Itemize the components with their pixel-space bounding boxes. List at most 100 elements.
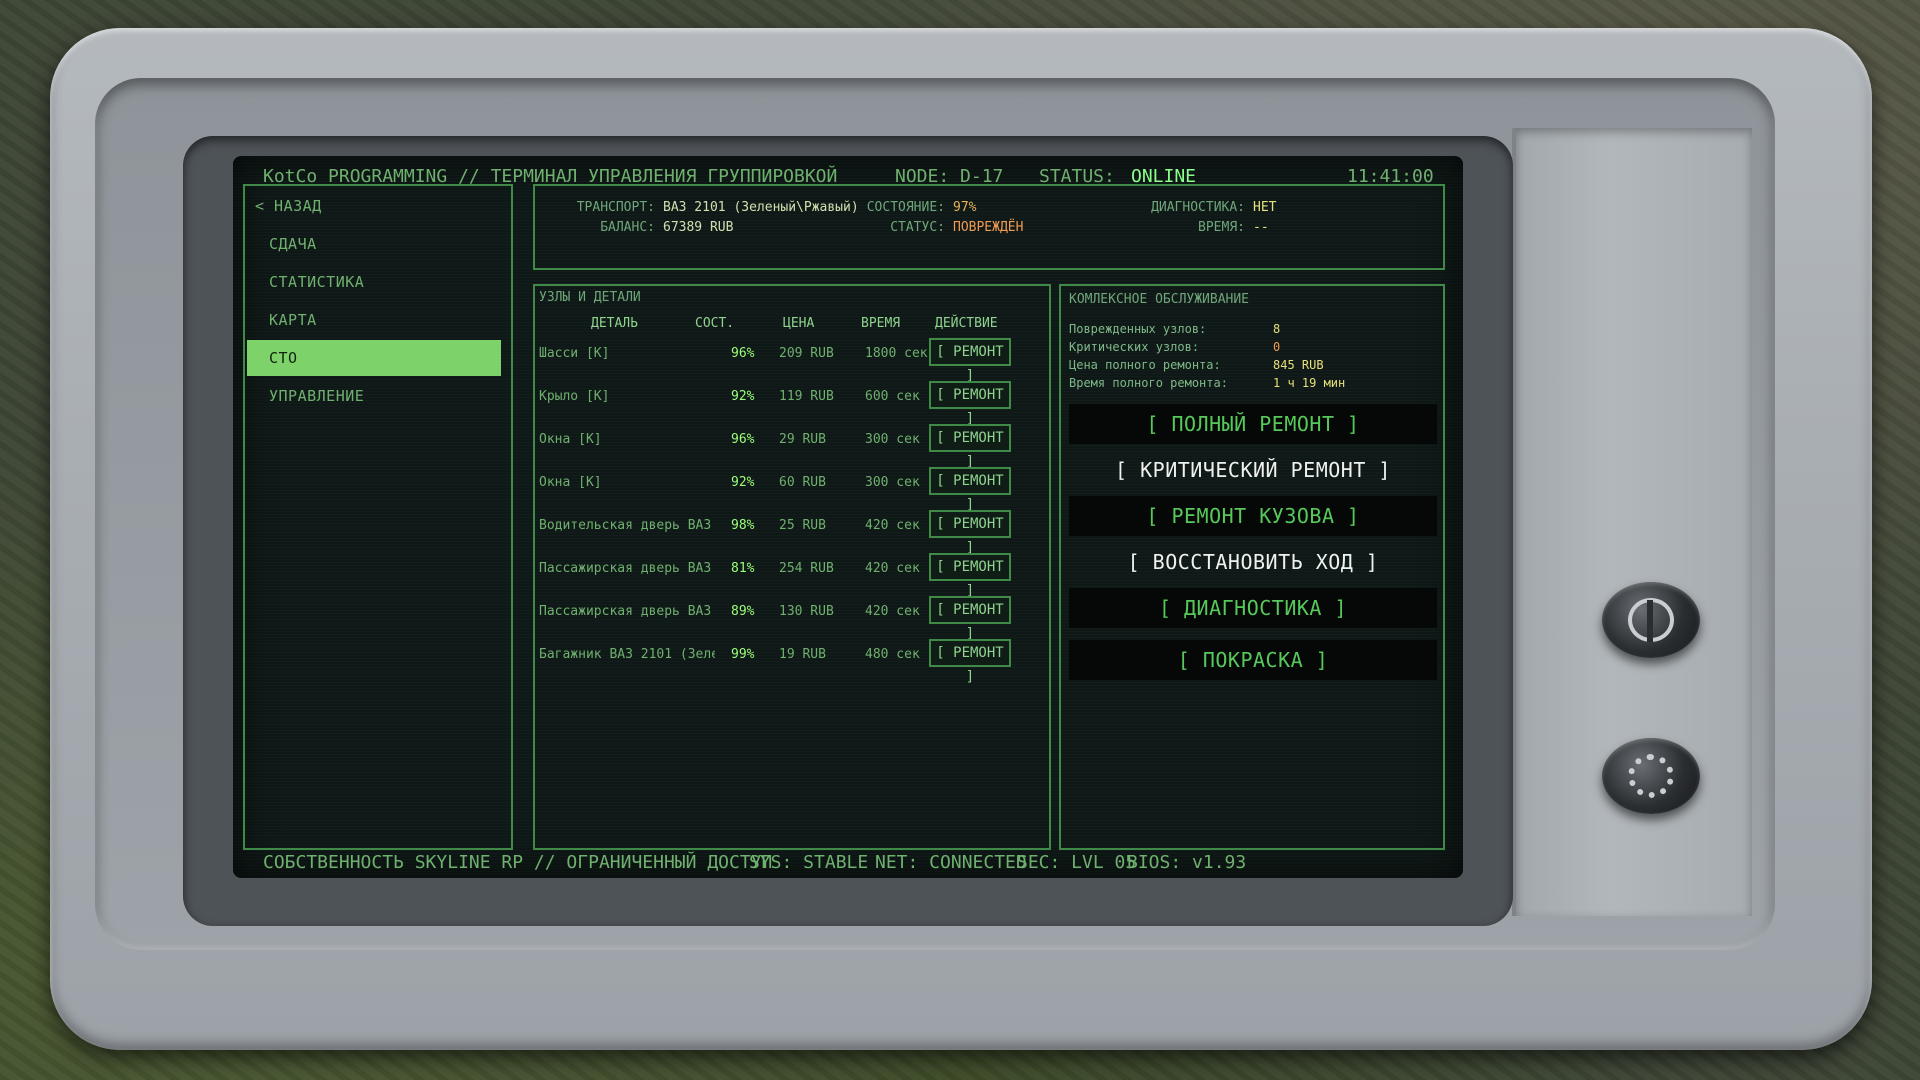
power-icon [1628, 598, 1674, 642]
full-repair-button[interactable]: [ ПОЛНЫЙ РЕМОНТ ] [1069, 404, 1437, 444]
diagnostics-button[interactable]: [ ДИАГНОСТИКА ] [1069, 588, 1437, 628]
column-header-action: ДЕЙСТВИЕ [935, 316, 998, 331]
part-state: 98% [731, 518, 755, 533]
part-price: 209 RUB [779, 346, 834, 361]
footer-sec: SEC: LVL 05 [1017, 852, 1137, 873]
footer-bar: СОБСТВЕННОСТЬ SKYLINE RP // ОГРАНИЧЕННЫЙ… [263, 852, 1433, 878]
complex-service-panel: КОМЛЕКСНОЕ ОБСЛУЖИВАНИЕ Поврежденных узл… [1059, 284, 1445, 850]
part-name: Пассажирская дверь ВАЗ : [539, 604, 715, 619]
part-name: Водительская дверь ВАЗ 2 [539, 518, 715, 533]
repair-button[interactable]: [ РЕМОНТ ] [929, 639, 1011, 685]
sidebar-item-sto[interactable]: СТО [247, 340, 501, 376]
table-row: Пассажирская дверь ВАЗ : 89% 130 RUB 420… [535, 596, 1049, 642]
column-header-name: ДЕТАЛЬ [591, 316, 638, 331]
part-name: Окна [К] [539, 432, 602, 447]
repair-button[interactable]: [ РЕМОНТ ] [929, 553, 1011, 599]
balance-label: БАЛАНС: [600, 220, 655, 235]
diagnostics-value: НЕТ [1253, 200, 1277, 215]
part-name: Окна [К] [539, 475, 602, 490]
condition-label: СОСТОЯНИЕ: [866, 200, 945, 215]
parts-panel: УЗЛЫ И ДЕТАЛИ ДЕТАЛЬ СОСТ. ЦЕНА ВРЕМЯ ДЕ… [533, 284, 1051, 850]
full-repair-time-value: 1 ч 19 мин [1273, 376, 1346, 390]
full-repair-price-row: Цена полного ремонта: 845 RUB [1069, 358, 1324, 372]
time-row: ВРЕМЯ: -- [1135, 220, 1269, 235]
critical-nodes-value: 0 [1273, 340, 1281, 354]
critical-repair-button[interactable]: [ КРИТИЧЕСКИЙ РЕМОНТ ] [1069, 450, 1437, 490]
sidebar-item-management[interactable]: УПРАВЛЕНИЕ [247, 378, 501, 414]
table-row: Водительская дверь ВАЗ 2 98% 25 RUB 420 … [535, 510, 1049, 556]
transport-value: ВАЗ 2101 (Зеленый\Ржавый) [663, 200, 859, 215]
terminal-screen: KotCo PROGRAMMING // ТЕРМИНАЛ УПРАВЛЕНИЯ… [233, 156, 1463, 878]
repair-button[interactable]: [ РЕМОНТ ] [929, 510, 1011, 556]
power-knob[interactable] [1602, 582, 1700, 658]
column-header-price: ЦЕНА [783, 316, 815, 331]
transport-row: ТРАНСПОРТ: ВАЗ 2101 (Зеленый\Ржавый) [575, 200, 859, 215]
sidebar-item-back[interactable]: < НАЗАД [247, 188, 501, 224]
full-repair-price-value: 845 RUB [1273, 358, 1324, 372]
condition-value: 97% [953, 200, 977, 215]
diagnostics-row: ДИАГНОСТИКА: НЕТ [1135, 200, 1276, 215]
part-state: 99% [731, 647, 755, 662]
vehicle-status-value: ПОВРЕЖДЁН [953, 220, 1024, 235]
footer-bios: BIOS: v1.93 [1127, 852, 1247, 873]
repair-button[interactable]: [ РЕМОНТ ] [929, 596, 1011, 642]
status-row: СТАТУС: ПОВРЕЖДЁН [865, 220, 1023, 235]
part-price: 130 RUB [779, 604, 834, 619]
complex-title: КОМЛЕКСНОЕ ОБСЛУЖИВАНИЕ [1069, 292, 1250, 307]
sidebar-item-map[interactable]: КАРТА [247, 302, 501, 338]
part-time: 480 сек [865, 647, 920, 662]
part-time: 600 сек [865, 389, 920, 404]
part-price: 119 RUB [779, 389, 834, 404]
sidebar-item-statistics[interactable]: СТАТИСТИКА [247, 264, 501, 300]
part-state: 81% [731, 561, 755, 576]
part-time: 420 сек [865, 561, 920, 576]
part-name: Шасси [К] [539, 346, 610, 361]
full-repair-price-label: Цена полного ремонта: [1069, 358, 1221, 372]
damaged-nodes-row: Поврежденных узлов: 8 [1069, 322, 1280, 336]
table-row: Багажник ВАЗ 2101 (Зелен 99% 19 RUB 480 … [535, 639, 1049, 685]
footer-net: NET: CONNECTED [875, 852, 1027, 873]
damaged-nodes-label: Поврежденных узлов: [1069, 322, 1207, 336]
vehicle-info-panel: ТРАНСПОРТ: ВАЗ 2101 (Зеленый\Ржавый) БАЛА… [533, 184, 1445, 270]
part-price: 60 RUB [779, 475, 826, 490]
gear-icon [1628, 754, 1674, 798]
condition-row: СОСТОЯНИЕ: 97% [865, 200, 977, 215]
part-price: 25 RUB [779, 518, 826, 533]
part-state: 92% [731, 475, 755, 490]
repair-button[interactable]: [ РЕМОНТ ] [929, 381, 1011, 427]
part-state: 96% [731, 346, 755, 361]
balance-value: 67389 RUB [663, 220, 734, 235]
part-time: 300 сек [865, 475, 920, 490]
part-time: 420 сек [865, 604, 920, 619]
repair-button[interactable]: [ РЕМОНТ ] [929, 424, 1011, 470]
full-repair-time-row: Время полного ремонта: 1 ч 19 мин [1069, 376, 1345, 390]
part-name: Крыло [К] [539, 389, 610, 404]
part-time: 1800 сек [865, 346, 928, 361]
full-repair-time-label: Время полного ремонта: [1069, 376, 1228, 390]
critical-nodes-label: Критических узлов: [1069, 340, 1200, 354]
table-row: Окна [К] 96% 29 RUB 300 сек [ РЕМОНТ ] [535, 424, 1049, 470]
table-row: Пассажирская дверь ВАЗ : 81% 254 RUB 420… [535, 553, 1049, 599]
repair-button[interactable]: [ РЕМОНТ ] [929, 467, 1011, 513]
footer-sys: SYS: STABLE [749, 852, 869, 873]
part-price: 254 RUB [779, 561, 834, 576]
balance-row: БАЛАНС: 67389 RUB [575, 220, 733, 235]
part-name: Пассажирская дверь ВАЗ : [539, 561, 715, 576]
part-price: 29 RUB [779, 432, 826, 447]
part-state: 89% [731, 604, 755, 619]
restore-drive-button[interactable]: [ ВОССТАНОВИТЬ ХОД ] [1069, 542, 1437, 582]
sidebar-item-sdacha[interactable]: СДАЧА [247, 226, 501, 262]
table-row: Крыло [К] 92% 119 RUB 600 сек [ РЕМОНТ ] [535, 381, 1049, 427]
critical-nodes-row: Критических узлов: 0 [1069, 340, 1280, 354]
paint-button[interactable]: [ ПОКРАСКА ] [1069, 640, 1437, 680]
body-repair-button[interactable]: [ РЕМОНТ КУЗОВА ] [1069, 496, 1437, 536]
table-row: Шасси [К] 96% 209 RUB 1800 сек [ РЕМОНТ … [535, 338, 1049, 384]
repair-button[interactable]: [ РЕМОНТ ] [929, 338, 1011, 384]
table-row: Окна [К] 92% 60 RUB 300 сек [ РЕМОНТ ] [535, 467, 1049, 513]
parts-title: УЗЛЫ И ДЕТАЛИ [539, 290, 641, 305]
damaged-nodes-value: 8 [1273, 322, 1281, 336]
vehicle-status-label: СТАТУС: [890, 220, 945, 235]
settings-knob[interactable] [1602, 738, 1700, 814]
transport-label: ТРАНСПОРТ: [576, 200, 655, 215]
time-value: -- [1253, 220, 1269, 235]
